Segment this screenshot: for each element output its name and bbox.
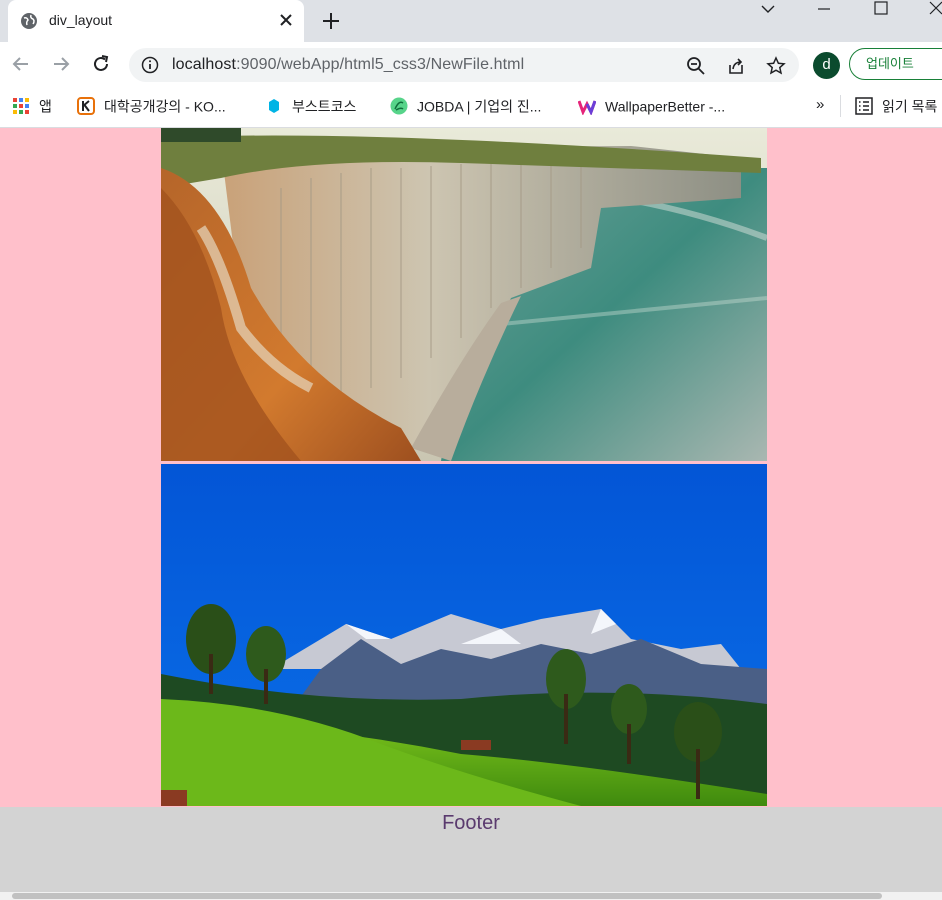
footer-text: Footer (442, 812, 500, 834)
site-info-icon[interactable] (141, 56, 159, 74)
share-icon[interactable] (726, 56, 746, 76)
url-path: :9090/webApp/html5_css3/NewFile.html (236, 56, 525, 73)
tab-strip: div_layout (0, 0, 942, 42)
bookmark-label: 앱 (39, 98, 52, 115)
tab-title: div_layout (49, 12, 113, 28)
bookmark-boostcourse[interactable]: 부스트코스 (265, 96, 356, 118)
close-tab-icon[interactable] (276, 10, 296, 30)
bookmark-label: 대학공개강의 - KO... (104, 98, 226, 115)
browser-toolbar: localhost:9090/webApp/html5_css3/NewFile… (0, 42, 942, 88)
reload-icon[interactable] (90, 53, 112, 75)
chevron-down-icon[interactable] (757, 0, 779, 18)
reading-list-label: 읽기 목록 (882, 98, 938, 115)
url-text[interactable]: localhost:9090/webApp/html5_css3/NewFile… (172, 56, 524, 74)
minimize-icon[interactable] (813, 0, 835, 18)
profile-avatar[interactable]: d (813, 52, 840, 79)
tab-div-layout[interactable]: div_layout (8, 0, 304, 42)
bookmark-wallpaperbetter[interactable]: WallpaperBetter -... (578, 96, 725, 118)
update-label: 업데이트 (866, 56, 914, 71)
zoom-out-icon[interactable] (686, 56, 706, 76)
scrollbar-thumb[interactable] (12, 893, 882, 899)
bookmark-kocw[interactable]: 대학공개강의 - KO... (77, 96, 226, 118)
boostcourse-icon (269, 99, 279, 114)
cliff-sea-image-graphic (161, 128, 767, 461)
maximize-icon[interactable] (870, 0, 892, 18)
forward-arrow-icon[interactable] (50, 53, 72, 75)
mountain-meadow-image-graphic (161, 464, 767, 806)
page-viewport: Footer (0, 128, 942, 900)
url-host: localhost (172, 56, 237, 73)
bookmark-label: JOBDA | 기업의 진... (417, 98, 542, 115)
close-window-icon[interactable] (925, 0, 942, 18)
bookmark-label: 부스트코스 (292, 98, 357, 115)
bookmark-star-icon[interactable] (766, 56, 786, 76)
bookmarks-overflow-button[interactable]: » (816, 96, 824, 113)
apps-grid-icon (13, 98, 29, 115)
reading-list-icon (855, 97, 873, 116)
kocw-icon (77, 97, 95, 116)
back-arrow-icon[interactable] (10, 53, 32, 75)
jobda-icon (390, 97, 408, 115)
bookmarks-bar: 앱 대학공개강의 - KO... 부스트코스 JOBDA | 기업의 진... … (0, 88, 942, 128)
globe-icon (21, 13, 37, 29)
reading-list[interactable]: 읽기 목록 (855, 96, 937, 118)
wallpaperbetter-icon (578, 100, 596, 116)
address-bar[interactable]: localhost:9090/webApp/html5_css3/NewFile… (129, 48, 799, 82)
bookmark-label: WallpaperBetter -... (605, 98, 726, 115)
bookmark-apps[interactable]: 앱 (12, 96, 52, 118)
mountain-meadow-image (161, 464, 767, 806)
more-vert-icon[interactable]: ⋮ (936, 49, 942, 79)
bookmarks-divider (840, 95, 841, 117)
horizontal-scrollbar[interactable] (0, 892, 942, 900)
page-footer: Footer (0, 807, 942, 900)
cliff-sea-image (161, 128, 767, 461)
update-button[interactable]: 업데이트 ⋮ (849, 48, 942, 80)
new-tab-icon[interactable] (320, 10, 342, 32)
bookmark-jobda[interactable]: JOBDA | 기업의 진... (390, 96, 541, 118)
